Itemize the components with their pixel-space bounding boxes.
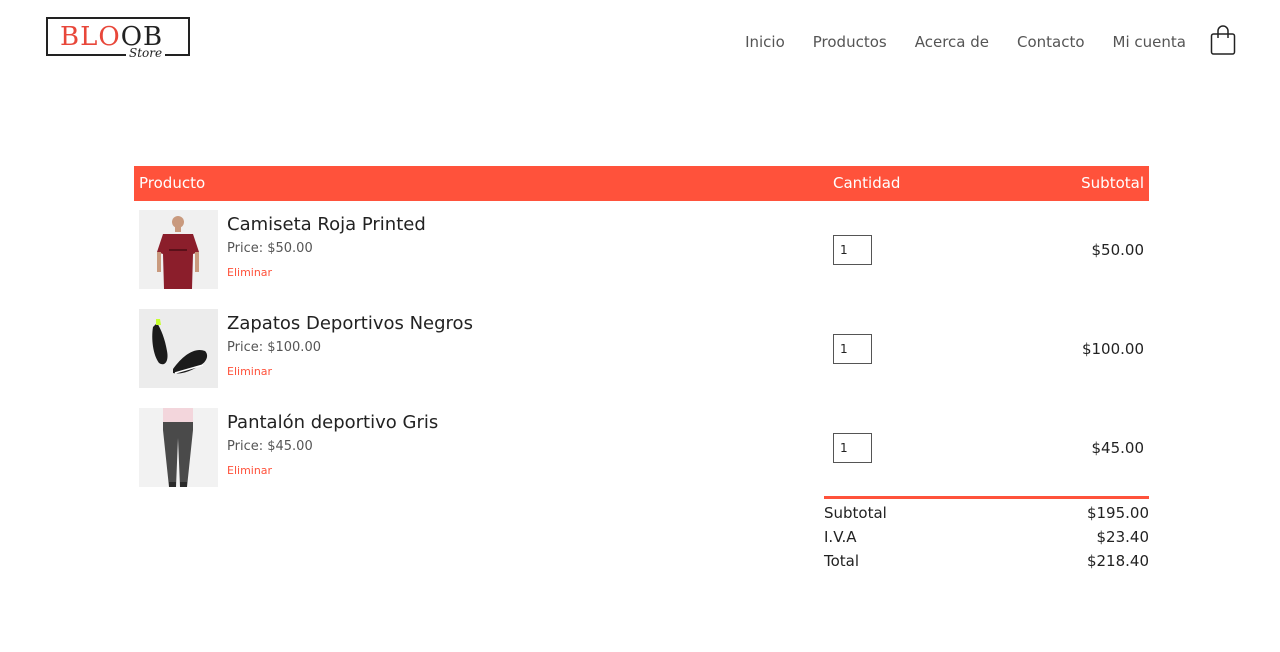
line-subtotal: $45.00 [1091,439,1145,457]
cart-totals: Subtotal $195.00 I.V.A $23.40 Total $218… [824,496,1149,573]
product-price: Price: $45.00 [227,439,313,454]
totals-value: $218.40 [1086,552,1149,570]
product-image-black-sneakers[interactable] [139,309,218,388]
header-product: Producto [139,174,206,192]
nav-mi-cuenta[interactable]: Mi cuenta [1113,33,1186,51]
product-name[interactable]: Pantalón deportivo Gris [227,412,438,433]
totals-value: $23.40 [1096,528,1150,546]
nav-contacto[interactable]: Contacto [1017,33,1085,51]
remove-link[interactable]: Eliminar [227,464,272,477]
product-image-grey-joggers[interactable] [139,408,218,487]
product-name[interactable]: Zapatos Deportivos Negros [227,313,473,334]
cart-table-header: Producto Cantidad Subtotal [134,166,1149,201]
logo-subtitle: Store [126,46,166,60]
cart-row: Pantalón deportivo Gris Price: $45.00 El… [134,399,1149,498]
header-subtotal: Subtotal [1081,174,1144,192]
main-nav: Inicio Productos Acerca de Contacto Mi c… [745,33,1186,51]
header-quantity: Cantidad [833,174,901,192]
product-name[interactable]: Camiseta Roja Printed [227,214,426,235]
shopping-bag-icon[interactable] [1210,24,1236,56]
logo[interactable]: BLOOB Store [46,17,190,60]
totals-subtotal-row: Subtotal $195.00 [824,501,1149,525]
nav-inicio[interactable]: Inicio [745,33,785,51]
remove-link[interactable]: Eliminar [227,266,272,279]
product-price: Price: $100.00 [227,340,321,355]
line-subtotal: $50.00 [1091,241,1145,259]
totals-label: Subtotal [824,504,887,522]
quantity-input[interactable] [833,334,872,364]
product-price: Price: $50.00 [227,241,313,256]
quantity-input[interactable] [833,235,872,265]
nav-productos[interactable]: Productos [813,33,887,51]
cart-table: Producto Cantidad Subtotal Camiseta Roja… [134,166,1149,498]
line-subtotal: $100.00 [1081,340,1144,358]
cart-row: Zapatos Deportivos Negros Price: $100.00… [134,300,1149,399]
totals-iva-row: I.V.A $23.40 [824,525,1149,549]
totals-value: $195.00 [1086,504,1149,522]
totals-label: Total [824,552,860,570]
cart-row: Camiseta Roja Printed Price: $50.00 Elim… [134,201,1149,300]
totals-label: I.V.A [824,528,857,546]
product-image-red-tshirt[interactable] [139,210,218,289]
remove-link[interactable]: Eliminar [227,365,272,378]
nav-acerca-de[interactable]: Acerca de [915,33,989,51]
totals-total-row: Total $218.40 [824,549,1149,573]
quantity-input[interactable] [833,433,872,463]
